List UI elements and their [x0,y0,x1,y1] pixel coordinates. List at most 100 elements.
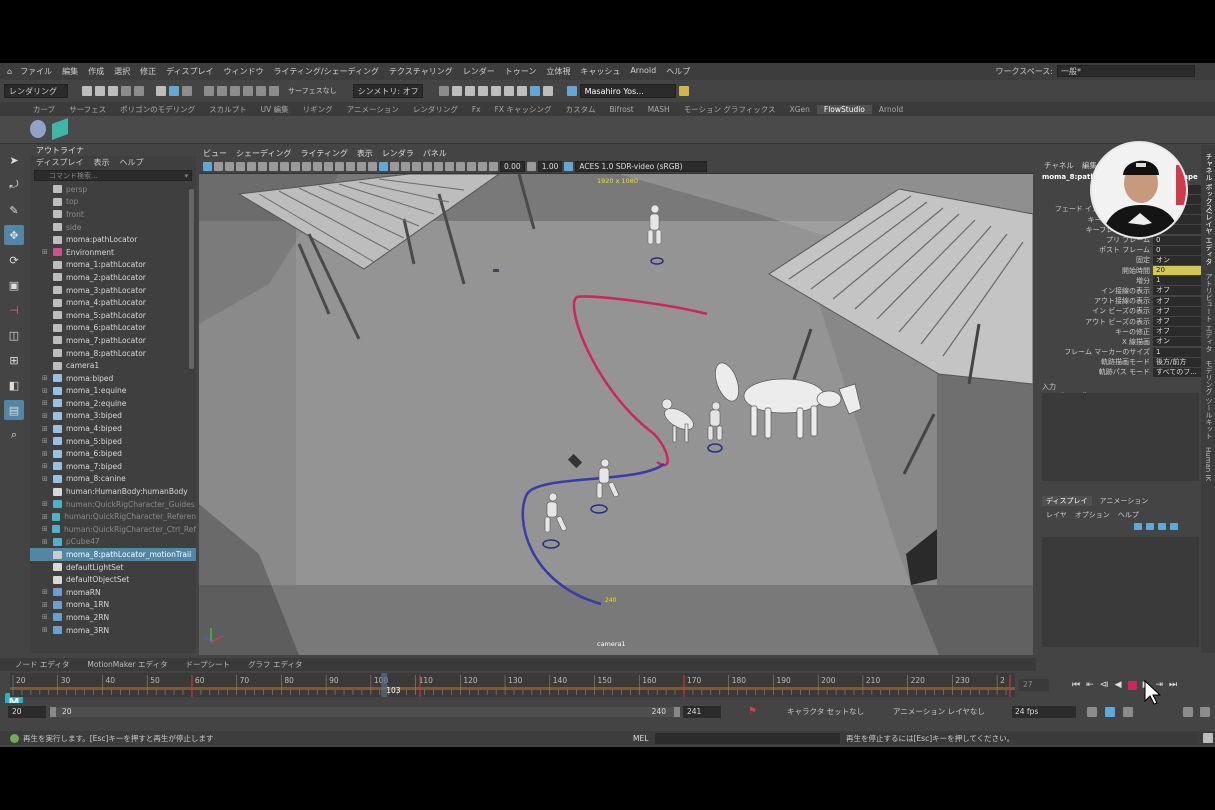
wireframe-icon[interactable] [346,162,355,171]
save-scene-icon[interactable] [108,86,118,96]
auto-key-icon[interactable]: ⚑ [748,706,757,717]
channel-attribute-value[interactable]: オフ [1153,306,1201,316]
menu-item[interactable]: ウィンドウ [219,66,269,77]
menuset-dropdown[interactable]: レンダリング [4,84,68,98]
sound-icon[interactable] [1105,707,1115,717]
channel-attribute-value[interactable]: 後方/前方 [1153,357,1201,367]
step-back-frame-icon[interactable]: ⧏ [1100,680,1109,690]
expand-icon[interactable]: ⊞ [42,450,50,458]
outliner-row[interactable]: ⊞ human:QuickRigCharacter_Ctrl_Ref [30,523,196,536]
workspace-dropdown[interactable]: 一般* [1057,65,1195,77]
gamma-icon[interactable] [526,162,536,171]
menu-item[interactable]: Arnold [625,66,661,77]
outliner-row[interactable]: ⊞ moma_3RN [30,624,196,637]
shelf-tab[interactable]: スカルプト [202,104,254,115]
outliner-row[interactable]: moma_7:pathLocator [30,334,196,347]
outliner-row[interactable]: ⊞ human:QuickRigCharacter_Guides [30,498,196,511]
outliner-row[interactable]: persp [30,183,196,196]
expand-icon[interactable]: ⊞ [42,425,50,433]
hypershade-icon[interactable] [490,86,501,96]
outliner-row[interactable]: side [30,221,196,234]
shelf-tab[interactable]: FlowStudio [816,104,872,114]
channel-attribute-row[interactable]: 開始時間 20 [1038,266,1201,276]
select-tool-icon[interactable]: ➤ [4,150,24,170]
outliner-row[interactable]: moma_4:pathLocator [30,296,196,309]
ipr-render-icon[interactable] [464,86,475,96]
expand-icon[interactable]: ⊞ [42,462,50,470]
pause-icon[interactable] [542,86,553,96]
key-ticks-icon[interactable] [1123,707,1133,717]
two-view-icon[interactable]: ◧ [4,375,24,395]
outliner-row[interactable]: ⊞ moma_2RN [30,611,196,624]
light-editor-icon[interactable] [516,86,527,96]
color-management-icon[interactable] [564,162,574,171]
outliner-row[interactable]: moma_6:pathLocator [30,322,196,335]
side-tab[interactable]: アトリビュート エディタ [1204,273,1214,352]
select-hierarchy-icon[interactable] [156,86,166,96]
channel-attribute-value[interactable]: オフ [1153,286,1201,296]
outliner-row[interactable]: ⊞ moma_1:equine [30,385,196,398]
image-plane-icon[interactable] [236,162,245,171]
viewport-menu-item[interactable]: ライティング [300,148,347,159]
expand-icon[interactable]: ⊞ [42,626,50,634]
gamma-field[interactable]: 1.00 [537,161,563,172]
expand-icon[interactable]: ⊞ [42,248,50,256]
search-icon[interactable]: ⌕ [4,425,24,445]
construction-history-icon[interactable] [438,86,449,96]
channel-attribute-row[interactable]: 軌跡描画モード 後方/前方 [1038,357,1201,367]
outliner-row[interactable]: ⊞ moma_8:canine [30,473,196,486]
outliner-row[interactable]: human:HumanBody:humanBody [30,485,196,498]
loop-icon[interactable] [1087,707,1097,717]
undo-icon[interactable] [121,86,131,96]
play-backward-icon[interactable]: ◀ [1115,680,1122,690]
shelf-tab[interactable]: XGen [783,105,817,114]
outliner-row[interactable]: ⊞ pCube47 [30,536,196,549]
outliner-layout-icon[interactable]: ▤ [4,400,24,420]
snap-curve-icon[interactable] [217,86,227,96]
arnold-render-icon[interactable] [529,86,540,96]
render-setup-icon[interactable] [503,86,514,96]
settings-icon[interactable] [1200,707,1210,717]
gate-mask-icon[interactable] [302,162,311,171]
layer-up-icon[interactable] [1134,523,1142,530]
side-tab[interactable]: モデリング ツールキット [1204,360,1214,439]
expand-icon[interactable]: ⊞ [42,601,50,609]
open-scene-icon[interactable] [95,86,105,96]
editor-tab[interactable]: MotionMaker エディタ [78,659,176,670]
expand-icon[interactable]: ⊞ [42,588,50,596]
menu-item[interactable]: テクスチャリング [384,66,458,77]
exposure-icon[interactable] [489,162,498,171]
anim-start-field[interactable]: 20 [8,706,46,718]
outliner-row[interactable]: moma_8:pathLocator_motionTrail [30,548,196,561]
channel-menu-item[interactable]: チャネル [1044,160,1074,171]
safe-action-icon[interactable] [324,162,333,171]
channel-attribute-row[interactable]: X 線描画 オン [1038,337,1201,347]
expand-icon[interactable]: ⊞ [42,613,50,621]
flowstudio-scene-icon[interactable] [52,118,68,140]
shelf-tab[interactable]: レンダリング [406,104,465,115]
render-settings-icon[interactable] [477,86,488,96]
layer-menu-item[interactable]: ヘルプ [1118,510,1139,520]
camera-select-icon[interactable] [203,162,212,171]
menu-item[interactable]: ヘルプ [661,66,695,77]
outliner-row[interactable]: moma_1:pathLocator [30,259,196,272]
new-layer-icon[interactable] [1158,523,1166,530]
grid-icon[interactable] [269,162,278,171]
channel-attribute-row[interactable]: アウト接線の表示 オフ [1038,296,1201,306]
menu-item[interactable]: レンダー [458,66,500,77]
channel-attribute-row[interactable]: キーの修正 オフ [1038,327,1201,337]
home-icon[interactable]: ⌂ [4,67,15,76]
shelf-options-icon[interactable] [10,123,14,137]
layer-menu-item[interactable]: オプション [1075,510,1110,520]
isolate-select-icon[interactable] [445,162,454,171]
expand-icon[interactable]: ⊞ [42,475,50,483]
safe-title-icon[interactable] [335,162,344,171]
channel-attribute-row[interactable]: イン ビーズの表示 オフ [1038,306,1201,316]
outliner-row[interactable]: moma_3:pathLocator [30,284,196,297]
outliner-row[interactable]: ⊞ moma_1RN [30,599,196,612]
shelf-tab[interactable]: モーション グラフィックス [677,104,783,115]
outliner-row[interactable]: ⊞ human:QuickRigCharacter_Referen [30,510,196,523]
side-tab[interactable]: Human IK [1204,447,1212,481]
outliner-row[interactable]: ⊞ moma_2:equine [30,397,196,410]
editor-tab[interactable]: ドープシート [177,659,240,670]
